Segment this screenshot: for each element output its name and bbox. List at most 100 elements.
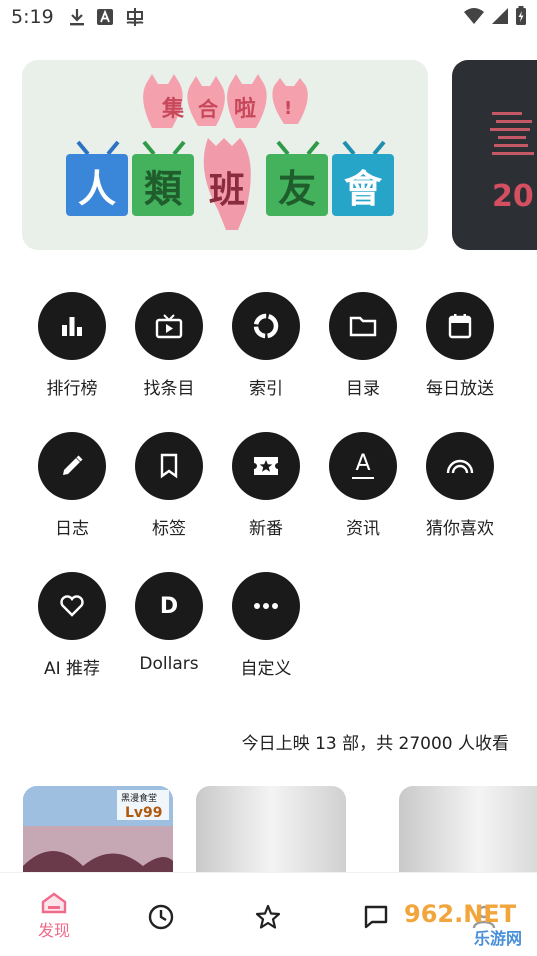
watermark-bottom: 乐游网 [474,929,522,948]
banner-main[interactable]: 集 合 啦 ! 人 類 班 友 會 [22,60,428,250]
grid-circle [135,432,203,500]
banner-line1-char-4: ! [284,98,292,119]
grid-label: 自定义 [240,659,292,679]
ticket-star-icon [254,457,278,475]
grid-item-index[interactable]: 索引 [216,292,316,402]
grid-item-daily[interactable]: 每日放送 [410,292,510,402]
anime-card-cover: 黑漫食堂 Lv99 [23,786,173,872]
banner-char-4: 友 [278,167,316,211]
grid-circle [329,292,397,360]
grid-label: AI 推荐 [43,659,101,679]
banner-carousel[interactable]: 集 合 啦 ! 人 類 班 友 會 20 [0,58,537,252]
grid-label: 日志 [55,519,89,539]
grid-circle [135,292,203,360]
grid-circle [232,572,300,640]
anime-card-row: 黑漫食堂 Lv99 [0,786,537,872]
grid-label: 新番 [249,519,283,539]
letter-a-icon: A [352,450,374,480]
status-icons-left [68,6,146,28]
a-badge-icon [97,9,113,25]
chat-icon [364,905,388,929]
letter-a: A [355,450,371,476]
grid-item-ai-recommend[interactable]: AI 推荐 [22,572,122,682]
more-dots-icon [254,603,278,609]
bug-icon [126,8,144,26]
grid-circle [426,432,494,500]
app-root: 5:19 集 合 啦 ! 人 類 班 友 會 20 排行榜 找条目 索引 目录 … [0,0,537,956]
anime-card-placeholder[interactable] [399,786,537,872]
anime-card-title: 黑漫食堂 [121,792,157,804]
banner-char-5: 會 [344,167,383,211]
grid-label: Dollars [139,654,199,674]
grid-circle [426,292,494,360]
grid-circle: A [329,432,397,500]
grid-item-ranking[interactable]: 排行榜 [22,292,122,402]
bar-chart-icon [62,317,82,336]
rainbow-icon [446,459,474,474]
anime-card[interactable]: 黑漫食堂 Lv99 [23,786,173,872]
nav-messages[interactable] [346,903,406,931]
banner-side-year: 20 [492,179,534,214]
grid-item-recommend[interactable]: 猜你喜欢 [410,432,510,542]
grid-circle [38,292,106,360]
grid-label: 每日放送 [426,379,494,399]
grid-item-news[interactable]: A 资讯 [313,432,413,542]
grid-label: 排行榜 [46,379,98,399]
grid-circle [232,432,300,500]
tv-play-icon [155,314,183,339]
watermark-logo: 962.NET 乐游网 [398,896,532,950]
clock-icon [148,904,174,930]
grid-item-dollars[interactable]: D Dollars [119,572,219,682]
grid-item-custom[interactable]: 自定义 [216,572,316,682]
folder-icon [349,316,377,337]
grid-item-catalog[interactable]: 目录 [313,292,413,402]
signal-icon [492,8,508,24]
status-icons-right [463,6,527,26]
daily-summary: 今日上映 13 部，共 27000 人收看 [241,734,509,754]
banner-line1-char-3: 啦 [234,96,256,122]
pencil-icon [63,455,83,475]
banner-char-2: 類 [144,167,183,211]
grid-circle [232,292,300,360]
home-icon [41,892,67,914]
download-icon [70,9,84,26]
grid-label: 目录 [346,379,380,399]
heart-icon [60,595,84,617]
grid-circle [38,572,106,640]
banner-illustration: 集 合 啦 ! 人 類 班 友 會 [66,74,394,230]
grid-label: 索引 [249,379,283,399]
banner-side[interactable]: 20 [452,60,537,250]
grid-item-tags[interactable]: 标签 [119,432,219,542]
nav-discover[interactable]: 发现 [24,891,84,941]
banner-line1-char-2: 合 [198,97,219,121]
watermark-top: 962.NET [404,900,517,928]
bookmark-icon [160,453,178,479]
status-bar: 5:19 [0,0,537,36]
anime-card-badge: Lv99 [125,805,163,821]
banner-char-3: 班 [209,170,245,211]
grid-item-journal[interactable]: 日志 [22,432,122,542]
banner-line1-char-1: 集 [161,96,185,122]
star-icon [255,904,281,929]
grid-item-new-season[interactable]: 新番 [216,432,316,542]
grid-item-find[interactable]: 找条目 [119,292,219,402]
grid-label: 标签 [152,519,186,539]
banner-side-illustration: 20 [490,112,534,214]
grid-circle [38,432,106,500]
battery-charging-icon [516,6,526,25]
nav-timeline[interactable] [131,903,191,931]
nav-discover-label: 发现 [37,921,70,940]
wifi-icon [464,8,484,24]
banner-char-1: 人 [78,167,116,211]
ring-index-icon [253,313,279,339]
grid-label: 找条目 [143,379,195,399]
grid-label: 猜你喜欢 [426,519,494,539]
watermark: 962.NET 乐游网 [398,896,532,950]
nav-favorites[interactable] [238,903,298,931]
status-time: 5:19 [11,6,54,28]
letter-d-icon: D [159,593,179,619]
calendar-icon [448,314,472,339]
anime-card-placeholder[interactable] [196,786,346,872]
grid-label: 资讯 [346,519,380,539]
grid-circle: D [135,572,203,640]
